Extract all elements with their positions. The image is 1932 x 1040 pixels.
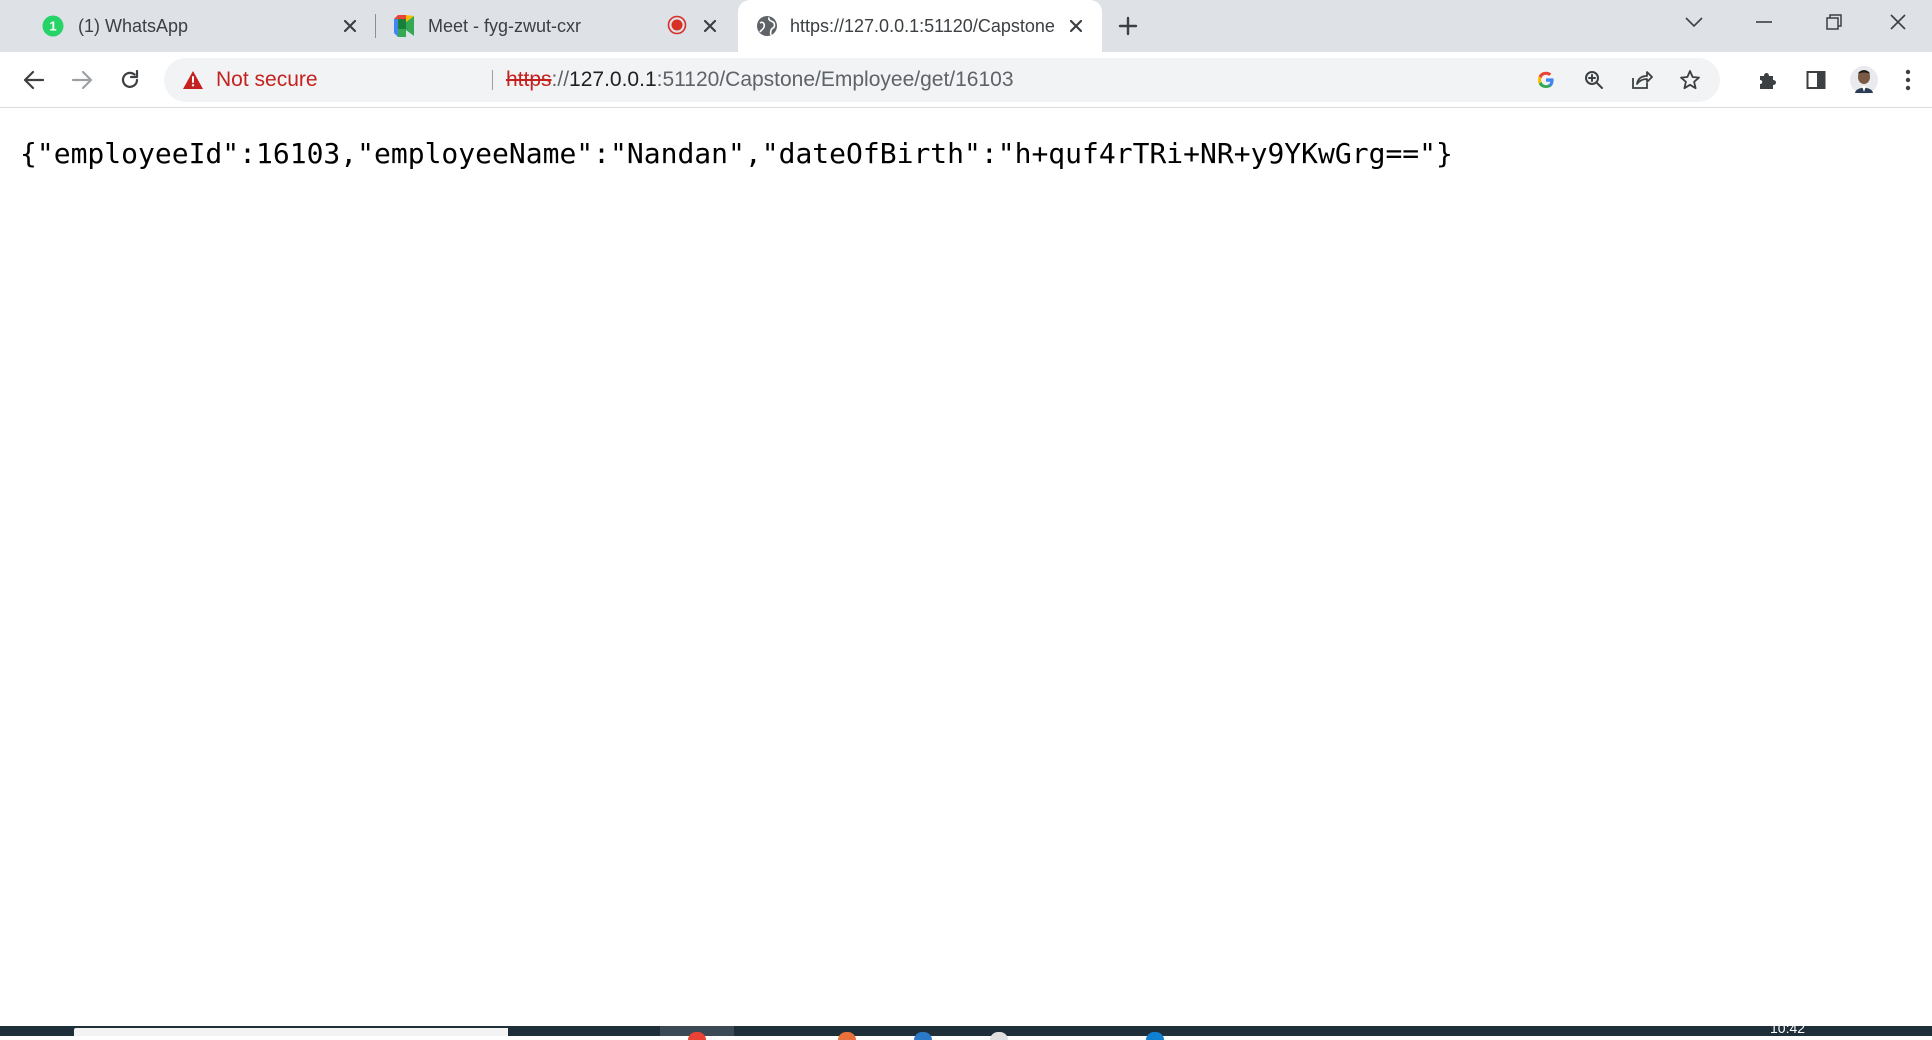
app-taskbar-icon[interactable] [990,1032,1008,1040]
plus-icon [1118,16,1138,36]
bookmark-star-icon[interactable] [1672,62,1708,98]
side-panel-button[interactable] [1796,60,1836,100]
url-path: :51120/Capstone/Employee/get/16103 [656,68,1014,91]
taskbar-clock[interactable]: 10:42 [1770,1020,1805,1036]
forward-button[interactable] [62,60,102,100]
close-window-button[interactable] [1864,0,1932,44]
app-taskbar-icon[interactable] [914,1032,932,1040]
google-meet-icon [392,15,414,37]
app-taskbar-icon[interactable] [838,1032,856,1040]
close-tab-icon[interactable] [698,14,722,38]
url-separator: :// [551,68,570,91]
avatar [1850,66,1878,94]
kebab-menu-icon [1905,69,1911,91]
tab-google-meet[interactable]: Meet - fyg-zwut-cxr [376,0,736,52]
restore-icon [1826,14,1842,30]
restore-button[interactable] [1800,0,1868,44]
puzzle-icon [1760,73,1776,89]
tab-title: https://127.0.0.1:51120/Capstone [790,16,1054,36]
warning-triangle-icon[interactable] [182,70,204,90]
close-icon [1890,14,1906,30]
arrow-left-icon [23,70,45,90]
url-host: 127.0.0.1 [569,68,657,91]
json-response-text: {"employeeId":16103,"employeeName":"Nand… [20,137,1453,170]
minimize-icon [1756,21,1772,23]
close-tab-icon[interactable] [1064,14,1088,38]
tab-strip: 1 (1) WhatsApp Meet - fyg-zwut-cxr https… [0,0,1932,52]
chevron-down-icon [1685,17,1703,27]
reload-button[interactable] [110,60,150,100]
profile-button[interactable] [1844,60,1884,100]
page-content: {"employeeId":16103,"employeeName":"Nand… [0,108,1932,1026]
tab-active-page[interactable]: https://127.0.0.1:51120/Capstone [738,0,1102,52]
whatsapp-icon: 1 [42,15,64,37]
google-lens-icon[interactable] [1528,62,1564,98]
taskbar-search-box[interactable] [74,1028,508,1036]
back-button[interactable] [14,60,54,100]
browser-toolbar: Not secure https://127.0.0.1:51120/Capst… [0,52,1932,108]
reload-icon [121,69,139,88]
close-tab-icon[interactable] [338,14,362,38]
os-taskbar: 10:42 [0,1020,1932,1040]
share-icon[interactable] [1624,62,1660,98]
new-tab-button[interactable] [1114,12,1142,40]
side-panel-icon [1806,71,1826,89]
url-scheme: https [506,68,552,91]
app-taskbar-icon[interactable] [1146,1032,1164,1040]
tab-title: Meet - fyg-zwut-cxr [428,16,582,36]
tab-whatsapp[interactable]: 1 (1) WhatsApp [12,0,372,52]
security-status[interactable]: Not secure [216,58,318,102]
tab-search-button[interactable] [1660,0,1728,44]
omnibox-divider [492,70,493,90]
address-bar[interactable]: Not secure https://127.0.0.1:51120/Capst… [164,58,1720,102]
chrome-taskbar-icon[interactable] [688,1032,706,1040]
browser-menu-button[interactable] [1890,60,1926,100]
zoom-icon[interactable] [1576,62,1612,98]
globe-icon [756,15,778,37]
arrow-right-icon [71,70,93,90]
notification-badge: 1 [49,19,56,34]
recording-indicator-icon [667,15,687,35]
extensions-button[interactable] [1748,60,1788,100]
url-text[interactable]: https://127.0.0.1:51120/Capstone/Employe… [506,58,1014,102]
minimize-button[interactable] [1730,0,1798,44]
tab-title: (1) WhatsApp [78,16,189,36]
